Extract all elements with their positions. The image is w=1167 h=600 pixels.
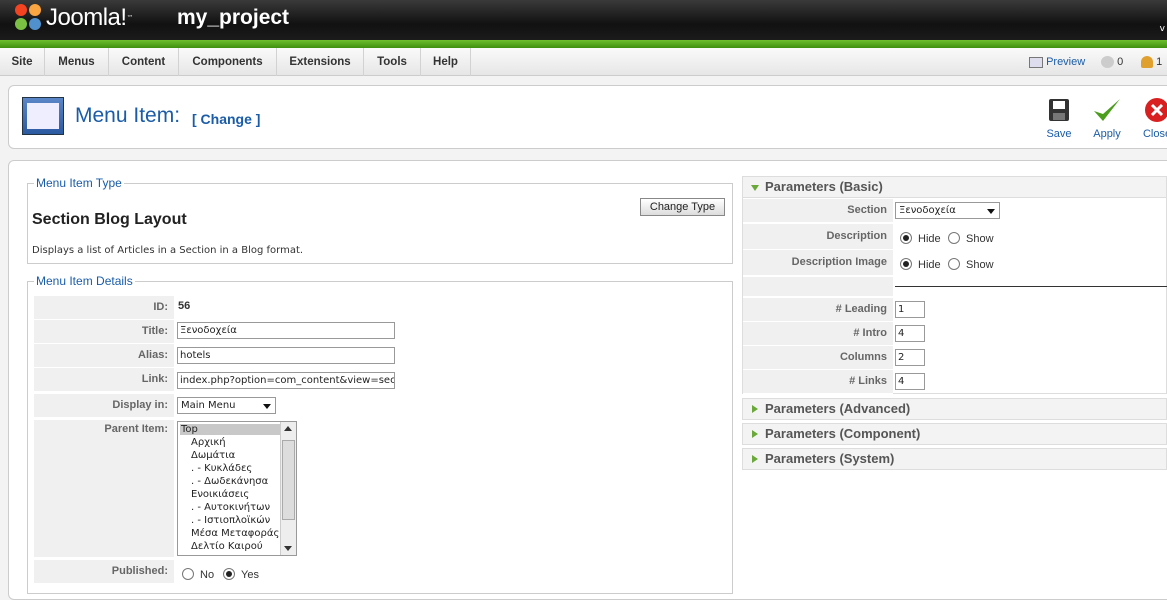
header-accent-bar xyxy=(0,40,1167,48)
menu-menus[interactable]: Menus xyxy=(45,48,109,76)
parameters-basic-header[interactable]: Parameters (Basic) xyxy=(742,176,1167,198)
parameters-advanced-header[interactable]: Parameters (Advanced) xyxy=(742,398,1167,420)
parameters-system-header[interactable]: Parameters (System) xyxy=(742,448,1167,470)
change-type-button[interactable]: Change Type xyxy=(640,198,725,216)
apply-button[interactable]: Apply xyxy=(1089,96,1125,140)
menu-item-icon xyxy=(22,97,64,135)
description-show-label: Show xyxy=(966,233,994,245)
list-item[interactable]: . - Δωδεκάνησα xyxy=(191,476,268,487)
list-item[interactable]: Αρχική xyxy=(191,437,226,448)
menu-site[interactable]: Site xyxy=(0,48,45,76)
list-item[interactable]: Μέσα Μεταφοράς xyxy=(191,528,279,539)
menu-type-title: Section Blog Layout xyxy=(32,211,187,228)
scroll-up-icon[interactable] xyxy=(284,426,292,431)
intro-input[interactable]: 4 xyxy=(895,325,925,342)
link-input[interactable]: index.php?option=com_content&view=sectio… xyxy=(177,372,395,389)
published-label: Published: xyxy=(34,560,174,584)
chevron-down-icon xyxy=(987,209,995,214)
list-item[interactable]: . - Ιστιοπλοϊκών xyxy=(191,515,270,526)
messages-status[interactable]: 0 xyxy=(1101,48,1123,76)
description-image-show-label: Show xyxy=(966,259,994,271)
checkmark-icon xyxy=(1092,96,1122,124)
title-label: Title: xyxy=(34,320,174,344)
menu-item-details-legend: Menu Item Details xyxy=(36,274,133,288)
section-select[interactable]: Ξενοδοχεία xyxy=(895,202,1000,219)
listbox-scrollbar[interactable] xyxy=(280,422,296,555)
title-input[interactable]: Ξενοδοχεία xyxy=(177,322,395,339)
save-button[interactable]: Save xyxy=(1042,96,1076,140)
columns-input[interactable]: 2 xyxy=(895,349,925,366)
menu-help[interactable]: Help xyxy=(421,48,471,76)
link-label: Link: xyxy=(34,368,174,392)
published-yes-radio[interactable] xyxy=(223,568,235,580)
expanded-arrow-icon xyxy=(751,185,759,191)
scroll-down-icon[interactable] xyxy=(284,546,292,551)
preview-icon xyxy=(1029,56,1043,68)
description-image-show-radio[interactable] xyxy=(948,258,960,270)
menu-tools[interactable]: Tools xyxy=(364,48,421,76)
description-image-hide-label: Hide xyxy=(918,259,941,271)
display-in-label: Display in: xyxy=(34,394,174,418)
description-show-radio[interactable] xyxy=(948,232,960,244)
close-button[interactable]: Close xyxy=(1139,96,1167,140)
list-item[interactable]: . - Αυτοκινήτων xyxy=(191,502,270,513)
description-hide-radio[interactable] xyxy=(900,232,912,244)
section-label: Section xyxy=(743,199,893,223)
links-label: # Links xyxy=(743,370,893,394)
columns-label: Columns xyxy=(743,346,893,370)
id-value: 56 xyxy=(178,300,191,312)
collapsed-arrow-icon xyxy=(752,430,758,438)
list-item[interactable]: . - Κυκλάδες xyxy=(191,463,252,474)
joomla-logo-icon xyxy=(14,3,44,33)
menu-item-type-legend: Menu Item Type xyxy=(36,176,122,190)
parameters-component-header[interactable]: Parameters (Component) xyxy=(742,423,1167,445)
main-menu-bar: Site Menus Content Components Extensions… xyxy=(0,48,1167,76)
alias-input[interactable]: hotels xyxy=(177,347,395,364)
users-status[interactable]: 1 xyxy=(1141,48,1162,76)
menu-extensions[interactable]: Extensions xyxy=(277,48,364,76)
list-item[interactable]: Top xyxy=(180,424,280,435)
joomla-logo: Joomla! ™ xyxy=(14,3,134,33)
chevron-down-icon xyxy=(263,404,271,409)
leading-label: # Leading xyxy=(743,298,893,322)
corner-text: v xyxy=(1159,24,1165,34)
spacer-label xyxy=(743,277,893,297)
toolbar: Menu Item: [ Change ] Save Apply Close xyxy=(8,85,1167,149)
parent-item-listbox[interactable]: Top Αρχική Δωμάτια . - Κυκλάδες . - Δωδε… xyxy=(177,421,297,556)
list-item[interactable]: Ενοικιάσεις xyxy=(191,489,249,500)
collapsed-arrow-icon xyxy=(752,455,758,463)
display-in-select[interactable]: Main Menu xyxy=(177,397,276,414)
page-title: Menu Item: xyxy=(75,104,181,127)
message-icon xyxy=(1101,56,1114,69)
description-label: Description xyxy=(743,224,893,250)
list-item[interactable]: Δωμάτια xyxy=(191,450,235,461)
change-link[interactable]: [ Change ] xyxy=(192,111,260,127)
divider xyxy=(895,286,1167,287)
intro-label: # Intro xyxy=(743,322,893,346)
close-icon xyxy=(1142,96,1167,124)
alias-label: Alias: xyxy=(34,344,174,368)
description-image-label: Description Image xyxy=(743,250,893,276)
users-icon xyxy=(1141,56,1153,69)
list-item[interactable]: Δελτίο Καιρού xyxy=(191,541,263,552)
collapsed-arrow-icon xyxy=(752,405,758,413)
scroll-thumb[interactable] xyxy=(282,440,295,520)
preview-link[interactable]: Preview xyxy=(1029,48,1085,76)
logo-text: Joomla! xyxy=(46,4,127,31)
published-no-radio[interactable] xyxy=(182,568,194,580)
published-no-label: No xyxy=(200,569,215,581)
parent-item-label: Parent Item: xyxy=(34,420,174,558)
menu-components[interactable]: Components xyxy=(179,48,277,76)
leading-input[interactable]: 1 xyxy=(895,301,925,318)
published-yes-label: Yes xyxy=(241,569,259,581)
links-input[interactable]: 4 xyxy=(895,373,925,390)
description-hide-label: Hide xyxy=(918,233,941,245)
description-image-hide-radio[interactable] xyxy=(900,258,912,270)
save-icon xyxy=(1044,96,1074,124)
top-bar: Joomla! ™ my_project v xyxy=(0,0,1167,40)
id-label: ID: xyxy=(34,296,174,320)
menu-type-description: Displays a list of Articles in a Section… xyxy=(32,245,304,256)
menu-content[interactable]: Content xyxy=(109,48,179,76)
project-name: my_project xyxy=(177,6,290,29)
